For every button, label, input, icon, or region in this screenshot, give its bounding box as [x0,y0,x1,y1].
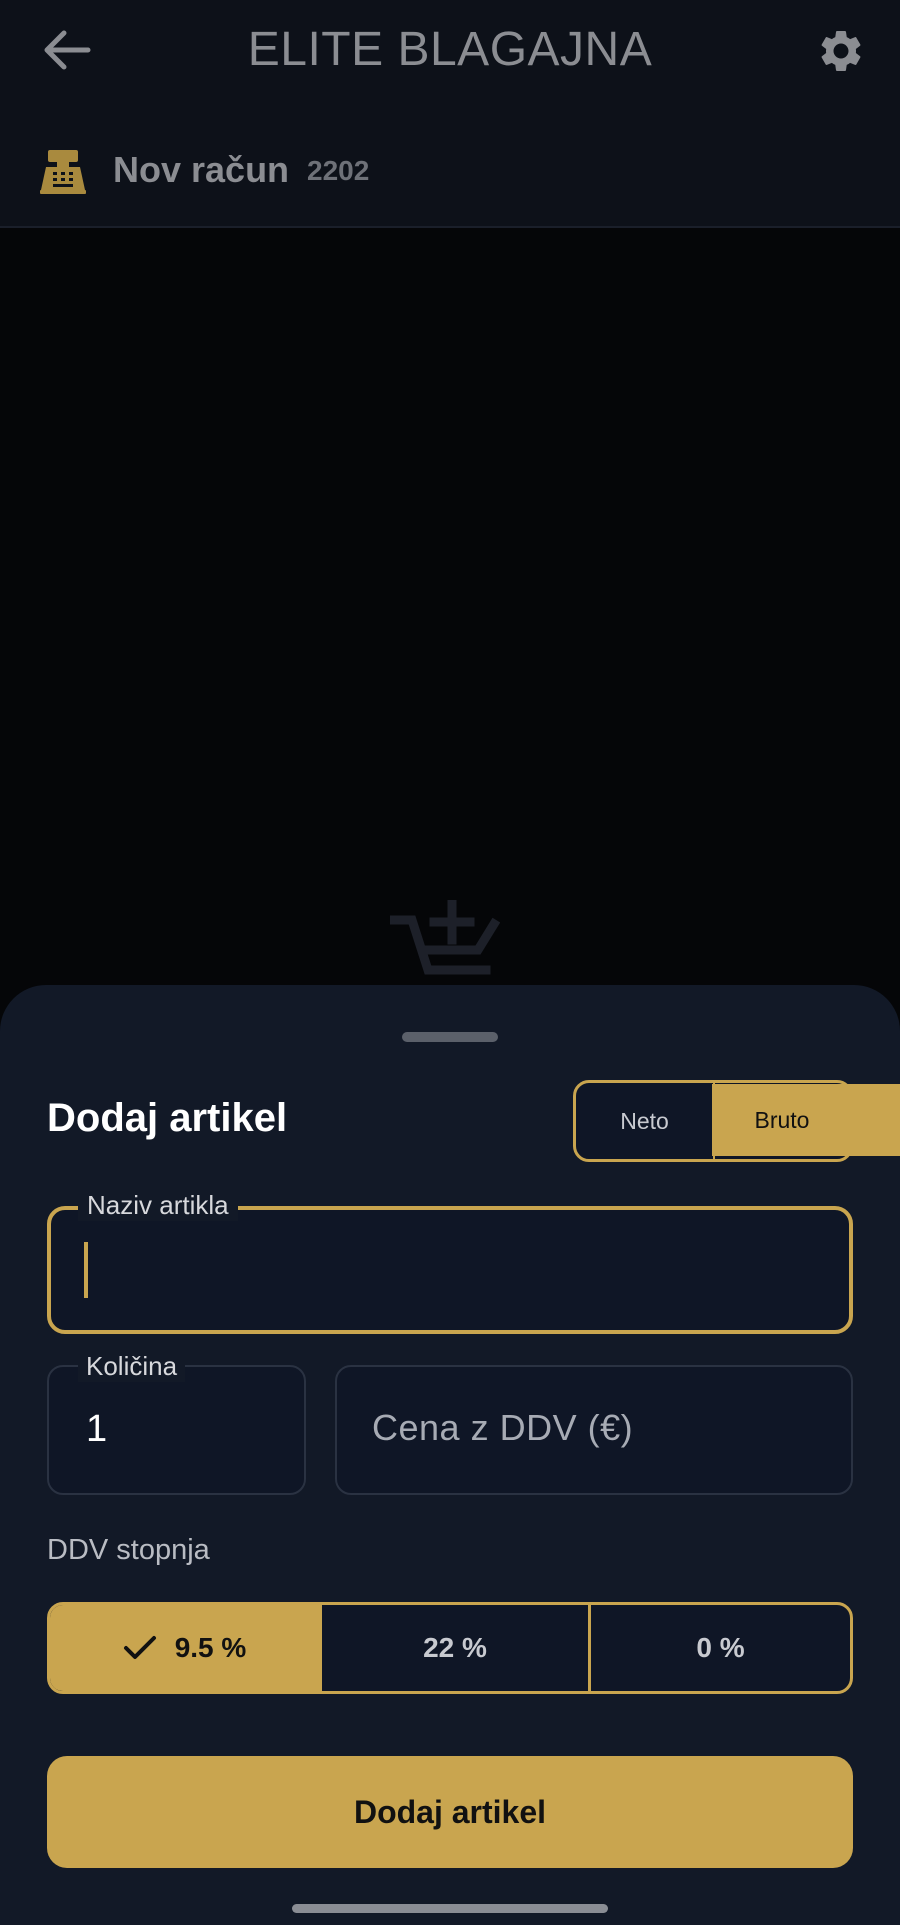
vat-option-label: 0 % [696,1632,745,1663]
back-button[interactable] [40,28,92,72]
quantity-label: Količina [78,1351,186,1382]
app-bar [0,0,900,100]
receipt-number: 2202 [307,155,370,186]
price-placeholder[interactable]: Cena z DDV (€) [372,1407,633,1449]
vat-option-label: 9.5 % [174,1632,247,1663]
vat-option-9-5[interactable]: 9.5 % [50,1605,319,1691]
text-cursor [84,1242,88,1298]
sheet-drag-handle[interactable] [402,1032,498,1042]
vat-rate-label: DDV stopnja [47,1534,210,1566]
add-item-button[interactable]: Dodaj artikel [47,1756,853,1868]
receipt-title: Nov račun [113,149,290,190]
item-name-field[interactable] [47,1206,853,1334]
receipt-items-area [0,230,900,990]
cash-register-icon [40,150,86,194]
gear-icon [821,30,861,71]
toggle-neto[interactable]: Neto [576,1083,713,1159]
quantity-value[interactable]: 1 [86,1408,107,1451]
vat-rate-selector: 9.5 % 22 % 0 % [47,1602,853,1694]
vat-option-22[interactable]: 22 % [322,1605,588,1691]
item-name-label: Naziv artikla [78,1190,238,1221]
toggle-bruto[interactable]: Bruto [712,1084,852,1156]
vat-option-0[interactable]: 0 % [591,1605,850,1691]
sheet-title: Dodaj artikel [47,1096,288,1140]
add-to-cart-icon [389,899,501,990]
vat-option-label: 22 % [423,1632,487,1663]
system-nav-handle[interactable] [292,1904,608,1913]
settings-button[interactable] [816,26,866,76]
check-icon [123,1636,156,1659]
back-arrow-icon [44,30,91,70]
